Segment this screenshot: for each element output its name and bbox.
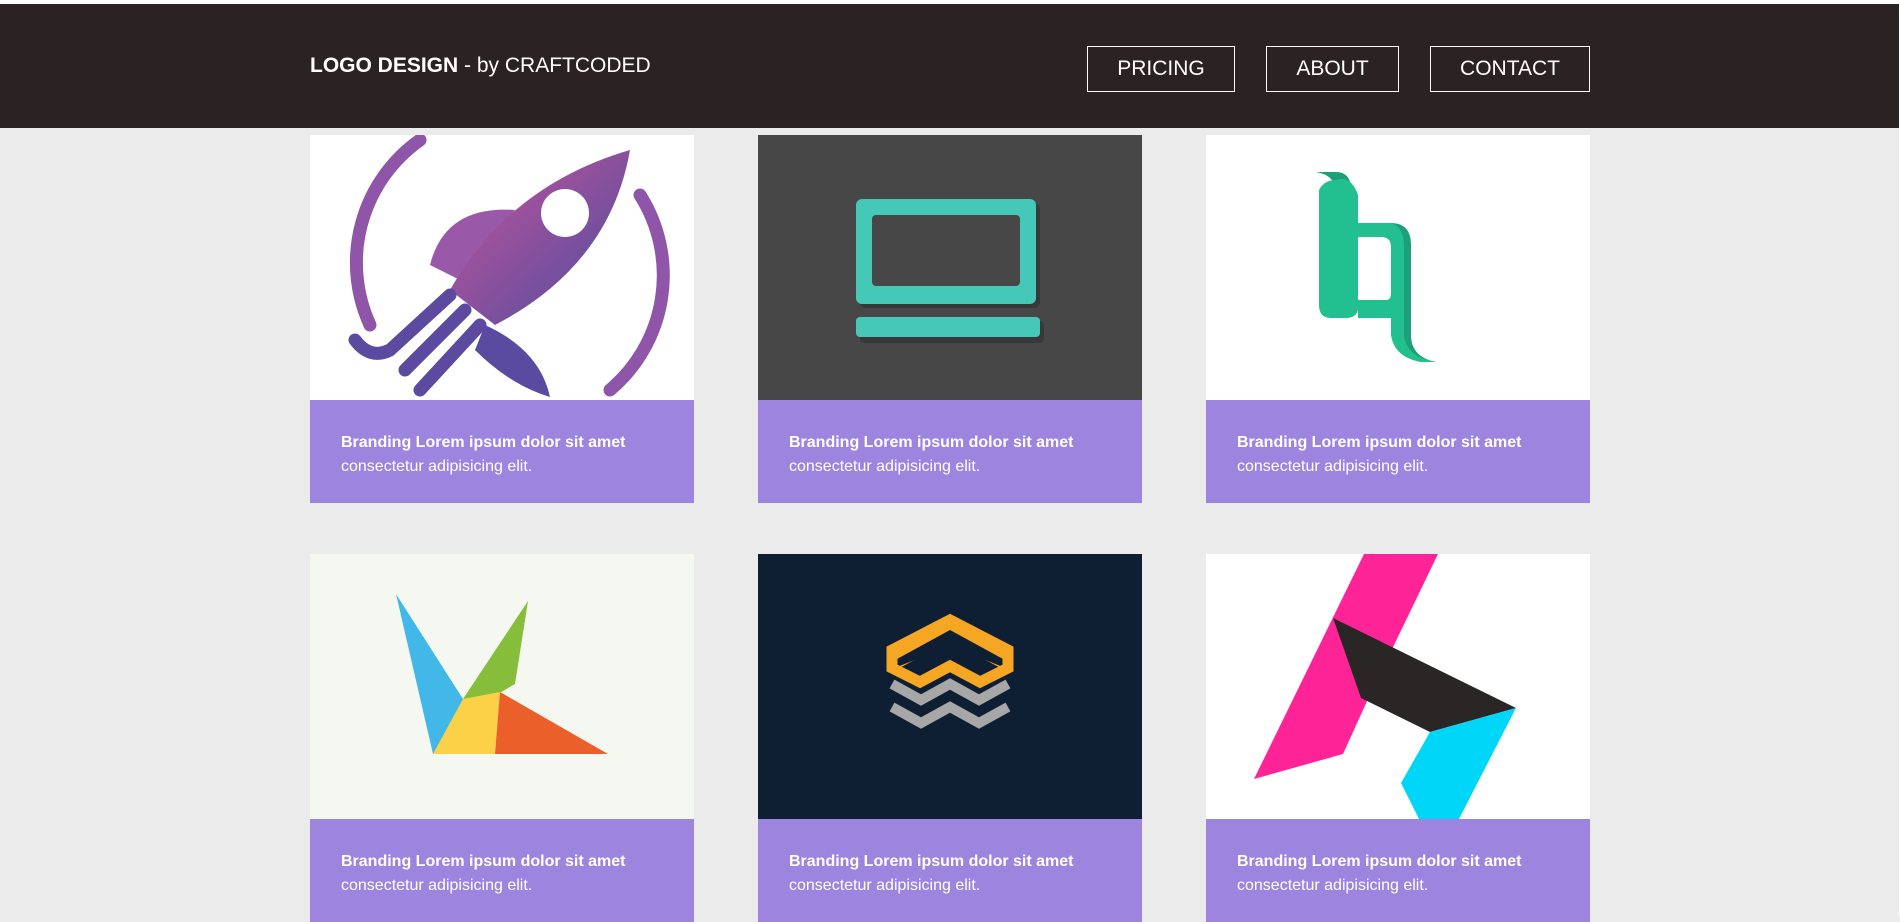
card-title: Branding Lorem ipsum dolor sit amet bbox=[789, 434, 1074, 451]
card-image bbox=[1206, 554, 1590, 819]
card-title: Branding Lorem ipsum dolor sit amet bbox=[341, 434, 626, 451]
nav-pricing-button[interactable]: PRICING bbox=[1087, 46, 1235, 92]
brand-byline: - by CRAFTCODED bbox=[458, 54, 651, 77]
card-description: consectetur adipisicing elit. bbox=[1237, 877, 1429, 894]
card-caption: Branding Lorem ipsum dolor sit amet cons… bbox=[1206, 400, 1590, 503]
card-description: consectetur adipisicing elit. bbox=[789, 458, 981, 475]
card-caption: Branding Lorem ipsum dolor sit amet cons… bbox=[758, 400, 1142, 503]
portfolio-card[interactable]: Branding Lorem ipsum dolor sit amet cons… bbox=[1206, 554, 1590, 922]
card-description: consectetur adipisicing elit. bbox=[789, 877, 981, 894]
nav-contact-button[interactable]: CONTACT bbox=[1430, 46, 1590, 92]
card-image bbox=[758, 135, 1142, 400]
card-caption: Branding Lorem ipsum dolor sit amet cons… bbox=[758, 819, 1142, 922]
portfolio-card[interactable]: Branding Lorem ipsum dolor sit amet cons… bbox=[758, 135, 1142, 503]
card-caption: Branding Lorem ipsum dolor sit amet cons… bbox=[310, 400, 694, 503]
card-title: Branding Lorem ipsum dolor sit amet bbox=[1237, 853, 1522, 870]
card-description: consectetur adipisicing elit. bbox=[341, 458, 533, 475]
card-title: Branding Lorem ipsum dolor sit amet bbox=[789, 853, 1074, 870]
rocket-logo-icon bbox=[348, 135, 670, 397]
card-image bbox=[758, 554, 1142, 819]
site-header: LOGO DESIGN - by CRAFTCODED PRICING ABOU… bbox=[0, 4, 1899, 128]
card-caption: Branding Lorem ipsum dolor sit amet cons… bbox=[310, 819, 694, 922]
portfolio-card[interactable]: Branding Lorem ipsum dolor sit amet cons… bbox=[1206, 135, 1590, 503]
stacked-chevrons-logo-icon bbox=[886, 613, 1014, 729]
brand-bold: LOGO DESIGN bbox=[310, 54, 459, 77]
portfolio-card[interactable]: Branding Lorem ipsum dolor sit amet cons… bbox=[758, 554, 1142, 922]
card-image bbox=[310, 554, 694, 819]
card-description: consectetur adipisicing elit. bbox=[341, 877, 533, 894]
card-image bbox=[310, 135, 694, 400]
card-description: consectetur adipisicing elit. bbox=[1237, 458, 1429, 475]
bird-geometric-logo-icon bbox=[396, 594, 608, 754]
nav-about-button[interactable]: ABOUT bbox=[1266, 46, 1399, 92]
portfolio-card[interactable]: Branding Lorem ipsum dolor sit amet cons… bbox=[310, 135, 694, 503]
card-image bbox=[1206, 135, 1590, 400]
laptop-logo-icon bbox=[856, 199, 1044, 343]
abstract-h-logo-icon bbox=[1254, 554, 1516, 819]
portfolio-card[interactable]: Branding Lorem ipsum dolor sit amet cons… bbox=[310, 554, 694, 922]
card-title: Branding Lorem ipsum dolor sit amet bbox=[341, 853, 626, 870]
card-caption: Branding Lorem ipsum dolor sit amet cons… bbox=[1206, 819, 1590, 922]
card-title: Branding Lorem ipsum dolor sit amet bbox=[1237, 434, 1522, 451]
site-brand[interactable]: LOGO DESIGN - by CRAFTCODED bbox=[310, 54, 651, 78]
bq-ribbon-logo-icon bbox=[1316, 172, 1436, 362]
